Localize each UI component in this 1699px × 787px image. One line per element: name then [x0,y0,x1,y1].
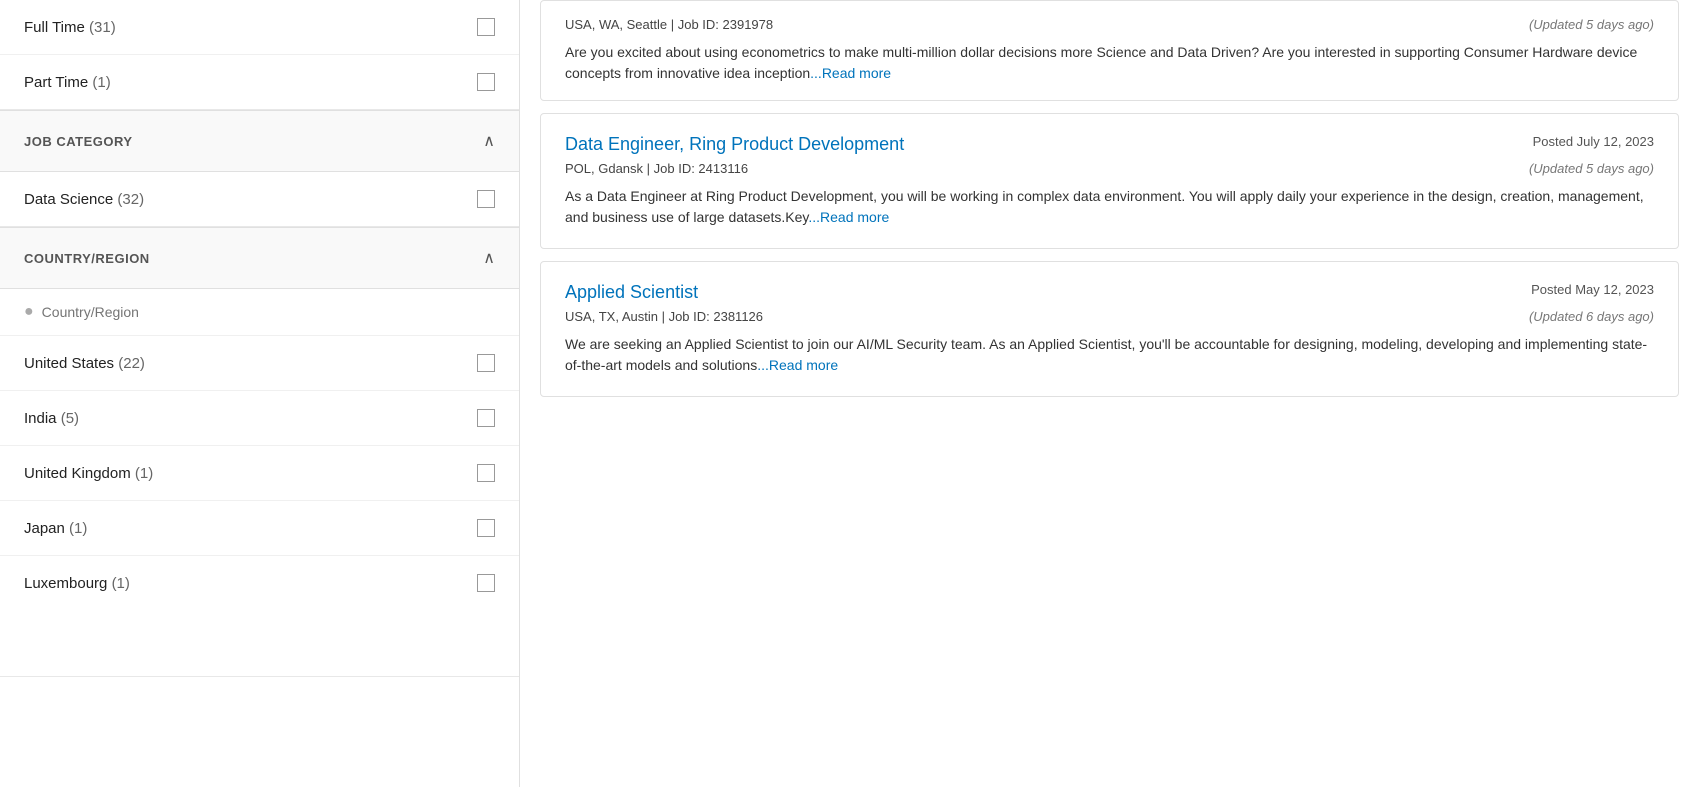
india-filter[interactable]: India (5) [0,391,519,446]
partial-job-description: Are you excited about using econometrics… [565,42,1654,84]
job-1-meta: USA, TX, Austin | Job ID: 2381126 (Updat… [565,309,1654,324]
main-content: USA, WA, Seattle | Job ID: 2391978 (Upda… [520,0,1699,787]
location-pin-icon: ● [24,303,34,321]
united-kingdom-count: (1) [135,465,153,482]
partial-job-card: USA, WA, Seattle | Job ID: 2391978 (Upda… [540,0,1679,101]
job-0-read-more-link[interactable]: ...Read more [808,209,889,225]
india-count: (5) [61,410,79,427]
japan-text: Japan [24,520,65,537]
japan-filter[interactable]: Japan (1) [0,501,519,556]
japan-checkbox[interactable] [477,519,495,537]
job-1-updated: (Updated 6 days ago) [1529,309,1654,324]
country-search-bar[interactable]: ● [0,289,519,336]
data-science-checkbox[interactable] [477,190,495,208]
luxembourg-text: Luxembourg [24,575,107,592]
united-kingdom-filter[interactable]: United Kingdom (1) [0,446,519,501]
partial-job-desc-text: Are you excited about using econometrics… [565,44,1637,81]
data-science-text: Data Science [24,191,113,208]
country-region-section: COUNTRY/REGION ∧ ● United States (22) In… [0,227,519,677]
part-time-label: Part Time (1) [24,74,111,91]
japan-label: Japan (1) [24,520,87,537]
full-time-filter[interactable]: Full Time (31) [0,0,519,55]
country-region-title: COUNTRY/REGION [24,251,150,266]
united-states-label: United States (22) [24,355,145,372]
job-1-location: USA, TX, Austin | Job ID: 2381126 [565,309,763,324]
job-card-1: Applied Scientist Posted May 12, 2023 US… [540,261,1679,397]
data-science-count: (32) [117,191,144,208]
india-text: India [24,410,57,427]
part-time-checkbox[interactable] [477,73,495,91]
india-label: India (5) [24,410,79,427]
part-time-filter[interactable]: Part Time (1) [0,55,519,109]
full-time-checkbox[interactable] [477,18,495,36]
job-category-header[interactable]: JOB CATEGORY ∧ [0,110,519,172]
japan-count: (1) [69,520,87,537]
partial-job-location: USA, WA, Seattle | Job ID: 2391978 [565,17,773,32]
job-category-chevron-icon: ∧ [483,131,495,151]
luxembourg-checkbox[interactable] [477,574,495,592]
country-region-chevron-icon: ∧ [483,248,495,268]
job-1-title[interactable]: Applied Scientist [565,282,698,303]
united-states-text: United States [24,355,114,372]
job-1-desc-text: We are seeking an Applied Scientist to j… [565,336,1647,373]
job-0-updated: (Updated 5 days ago) [1529,161,1654,176]
united-states-filter[interactable]: United States (22) [0,336,519,391]
data-science-label: Data Science (32) [24,191,144,208]
partial-read-more-link[interactable]: ...Read more [810,65,891,81]
partial-job-meta: USA, WA, Seattle | Job ID: 2391978 (Upda… [565,17,1654,32]
part-time-text: Part Time [24,74,88,91]
united-states-count: (22) [118,355,145,372]
data-science-filter[interactable]: Data Science (32) [0,172,519,226]
job-card-0: Data Engineer, Ring Product Development … [540,113,1679,249]
united-states-checkbox[interactable] [477,354,495,372]
employment-type-section: Full Time (31) Part Time (1) [0,0,519,110]
partial-job-updated: (Updated 5 days ago) [1529,17,1654,32]
india-checkbox[interactable] [477,409,495,427]
luxembourg-label: Luxembourg (1) [24,575,130,592]
job-0-title[interactable]: Data Engineer, Ring Product Development [565,134,904,155]
job-0-header: Data Engineer, Ring Product Development … [565,134,1654,155]
country-list[interactable]: United States (22) India (5) United King… [0,336,519,676]
sidebar: Full Time (31) Part Time (1) JOB CATEGOR… [0,0,520,787]
job-1-description: We are seeking an Applied Scientist to j… [565,334,1654,376]
job-0-meta: POL, Gdansk | Job ID: 2413116 (Updated 5… [565,161,1654,176]
job-1-header: Applied Scientist Posted May 12, 2023 [565,282,1654,303]
job-0-description: As a Data Engineer at Ring Product Devel… [565,186,1654,228]
full-time-count: (31) [89,19,116,36]
job-0-posted-date: Posted July 12, 2023 [1533,134,1654,149]
country-search-input[interactable] [42,304,495,320]
job-1-read-more-link[interactable]: ...Read more [757,357,838,373]
united-kingdom-checkbox[interactable] [477,464,495,482]
job-0-location: POL, Gdansk | Job ID: 2413116 [565,161,748,176]
country-region-header[interactable]: COUNTRY/REGION ∧ [0,227,519,289]
job-category-section: JOB CATEGORY ∧ Data Science (32) [0,110,519,227]
country-list-container: United States (22) India (5) United King… [0,336,519,676]
full-time-label: Full Time (31) [24,19,116,36]
luxembourg-count: (1) [112,575,130,592]
united-kingdom-label: United Kingdom (1) [24,465,153,482]
part-time-count: (1) [92,74,110,91]
united-kingdom-text: United Kingdom [24,465,131,482]
job-1-posted-date: Posted May 12, 2023 [1531,282,1654,297]
luxembourg-filter[interactable]: Luxembourg (1) [0,556,519,610]
job-0-desc-text: As a Data Engineer at Ring Product Devel… [565,188,1644,225]
full-time-text: Full Time [24,19,85,36]
job-category-title: JOB CATEGORY [24,134,133,149]
